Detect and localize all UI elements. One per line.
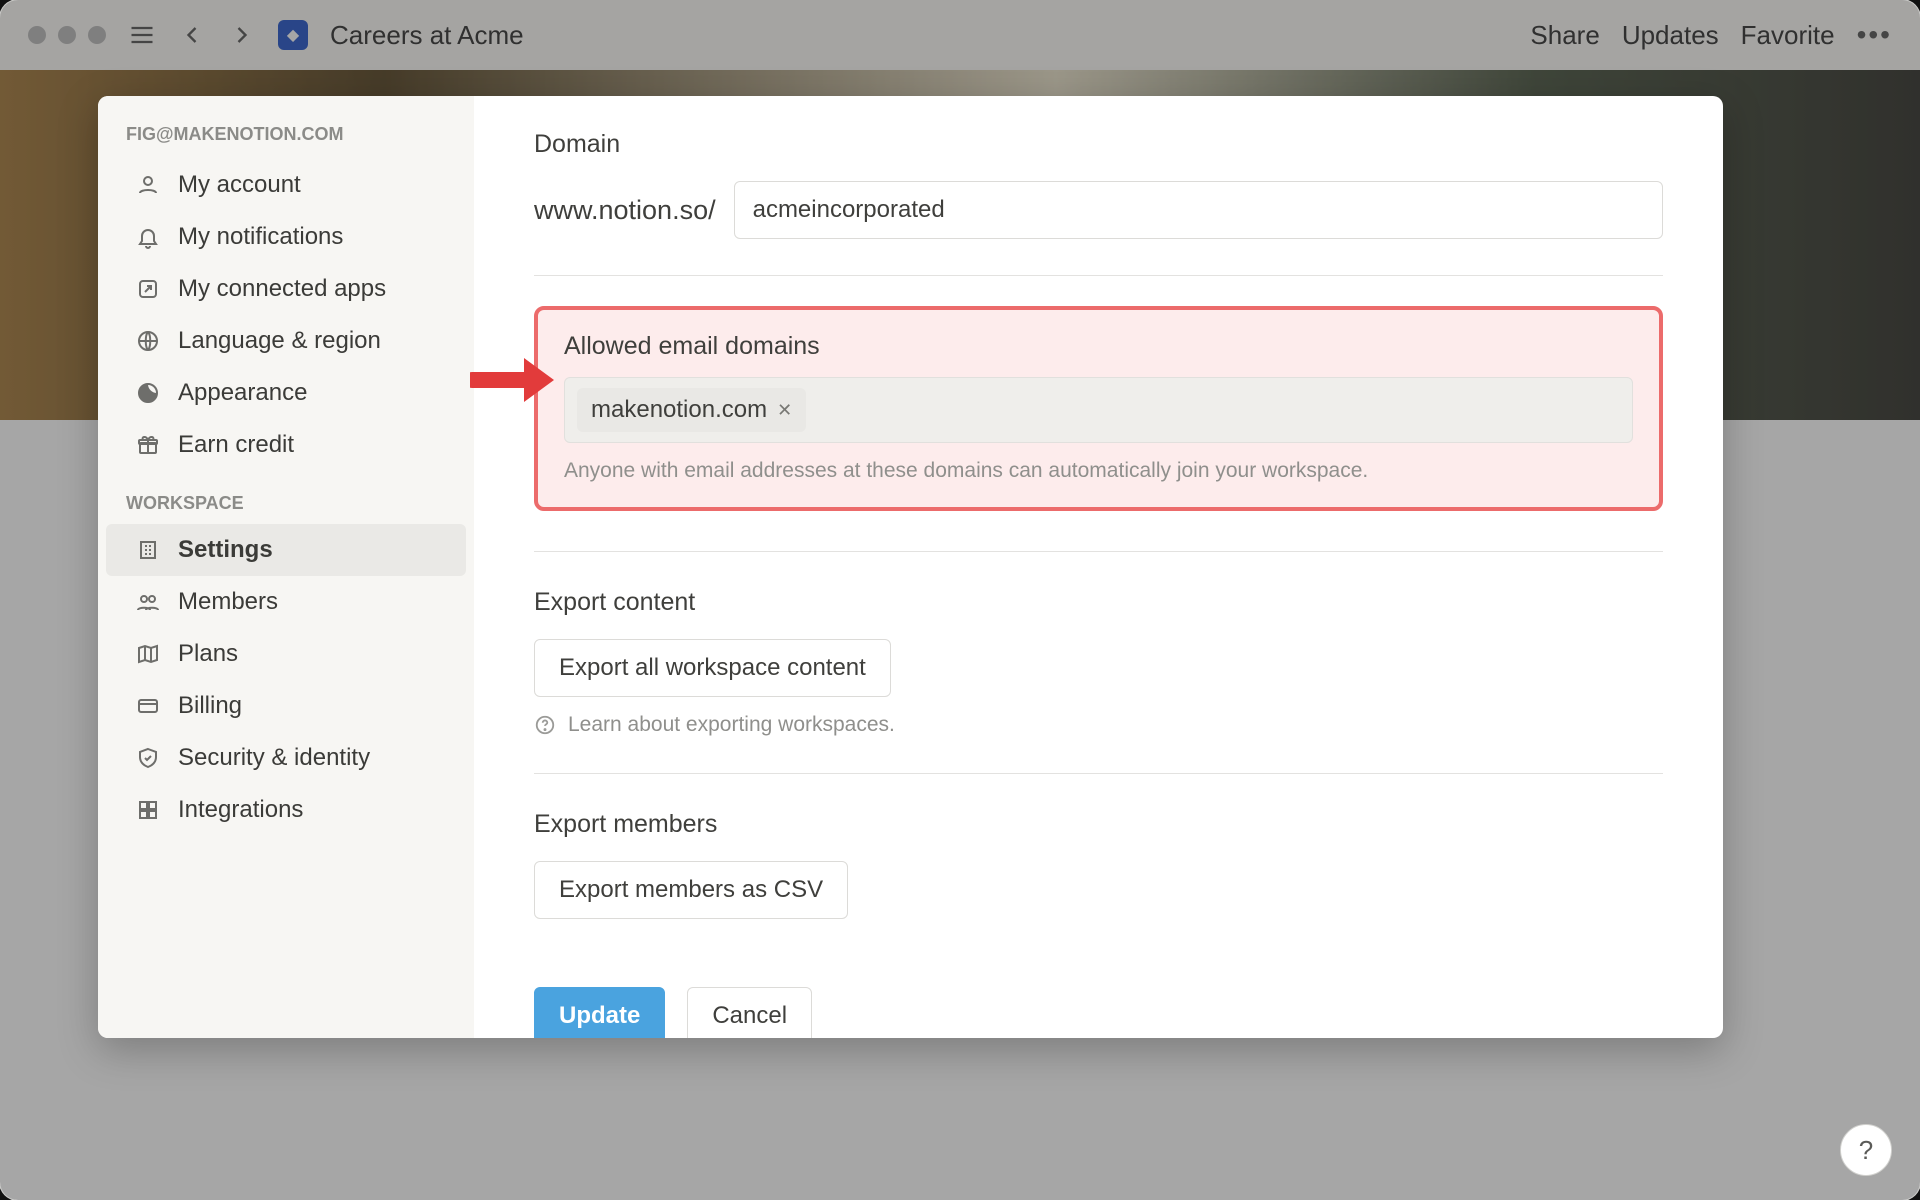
building-icon	[134, 536, 162, 564]
domain-prefix: www.notion.so/	[534, 195, 716, 226]
allowed-domains-input[interactable]: makenotion.com ✕	[564, 377, 1633, 443]
settings-sidebar: FIG@MAKENOTION.COM My account My notific…	[98, 96, 474, 1038]
settings-footer: Update Cancel	[534, 955, 1663, 1038]
cancel-button[interactable]: Cancel	[687, 987, 812, 1038]
sidebar-item-label: Earn credit	[178, 431, 294, 459]
sidebar-item-label: Security & identity	[178, 744, 370, 772]
sidebar-item-label: Members	[178, 588, 278, 616]
domain-input[interactable]	[734, 181, 1663, 239]
sidebar-item-label: My connected apps	[178, 275, 386, 303]
export-content-title: Export content	[534, 588, 1663, 617]
export-content-button[interactable]: Export all workspace content	[534, 639, 891, 697]
chip-remove-icon[interactable]: ✕	[777, 400, 792, 421]
domain-chip[interactable]: makenotion.com ✕	[577, 388, 806, 432]
shield-icon	[134, 744, 162, 772]
export-content-hint[interactable]: Learn about exporting workspaces.	[534, 713, 1663, 737]
sidebar-item-label: Appearance	[178, 379, 307, 407]
section-export-members: Export members Export members as CSV	[534, 774, 1663, 955]
allowed-domains-title: Allowed email domains	[564, 332, 1633, 361]
sidebar-item-earn-credit[interactable]: Earn credit	[106, 419, 466, 471]
export-members-title: Export members	[534, 810, 1663, 839]
allowed-domains-highlight: Allowed email domains makenotion.com ✕ A…	[534, 306, 1663, 511]
sidebar-item-my-account[interactable]: My account	[106, 159, 466, 211]
sidebar-item-integrations[interactable]: Integrations	[106, 784, 466, 836]
app-window: ◆ Careers at Acme Share Updates Favorite…	[0, 0, 1920, 1200]
help-circle-icon	[534, 714, 556, 736]
help-button[interactable]: ?	[1840, 1124, 1892, 1176]
bell-icon	[134, 223, 162, 251]
sidebar-item-billing[interactable]: Billing	[106, 680, 466, 732]
domain-chip-label: makenotion.com	[591, 396, 767, 424]
section-export-content: Export content Export all workspace cont…	[534, 552, 1663, 774]
sidebar-workspace-header: WORKSPACE	[98, 471, 474, 524]
settings-modal: FIG@MAKENOTION.COM My account My notific…	[98, 96, 1723, 1038]
external-link-icon	[134, 275, 162, 303]
export-members-button[interactable]: Export members as CSV	[534, 861, 848, 919]
grid-icon	[134, 796, 162, 824]
update-button[interactable]: Update	[534, 987, 665, 1038]
sidebar-item-label: My account	[178, 171, 301, 199]
sidebar-item-settings[interactable]: Settings	[106, 524, 466, 576]
sidebar-item-plans[interactable]: Plans	[106, 628, 466, 680]
settings-content: Domain www.notion.so/ Allowed email doma…	[474, 96, 1723, 1038]
sidebar-item-members[interactable]: Members	[106, 576, 466, 628]
domain-title: Domain	[534, 130, 1663, 159]
sidebar-item-connected-apps[interactable]: My connected apps	[106, 263, 466, 315]
avatar-icon	[134, 171, 162, 199]
allowed-domains-hint: Anyone with email addresses at these dom…	[564, 459, 1633, 483]
sidebar-item-label: Integrations	[178, 796, 303, 824]
credit-card-icon	[134, 692, 162, 720]
section-allowed-domains: Allowed email domains makenotion.com ✕ A…	[534, 276, 1663, 552]
sidebar-item-label: My notifications	[178, 223, 343, 251]
sidebar-account-header: FIG@MAKENOTION.COM	[98, 124, 474, 159]
sidebar-item-appearance[interactable]: Appearance	[106, 367, 466, 419]
sidebar-item-label: Language & region	[178, 327, 381, 355]
people-icon	[134, 588, 162, 616]
export-content-hint-text: Learn about exporting workspaces.	[568, 713, 895, 737]
globe-icon	[134, 327, 162, 355]
sidebar-item-label: Plans	[178, 640, 238, 668]
sidebar-item-security[interactable]: Security & identity	[106, 732, 466, 784]
gift-icon	[134, 431, 162, 459]
sidebar-item-label: Billing	[178, 692, 242, 720]
moon-icon	[134, 379, 162, 407]
callout-arrow-icon	[470, 352, 556, 408]
section-domain: Domain www.notion.so/	[534, 130, 1663, 276]
map-icon	[134, 640, 162, 668]
sidebar-item-language-region[interactable]: Language & region	[106, 315, 466, 367]
sidebar-item-label: Settings	[178, 536, 273, 564]
sidebar-item-notifications[interactable]: My notifications	[106, 211, 466, 263]
